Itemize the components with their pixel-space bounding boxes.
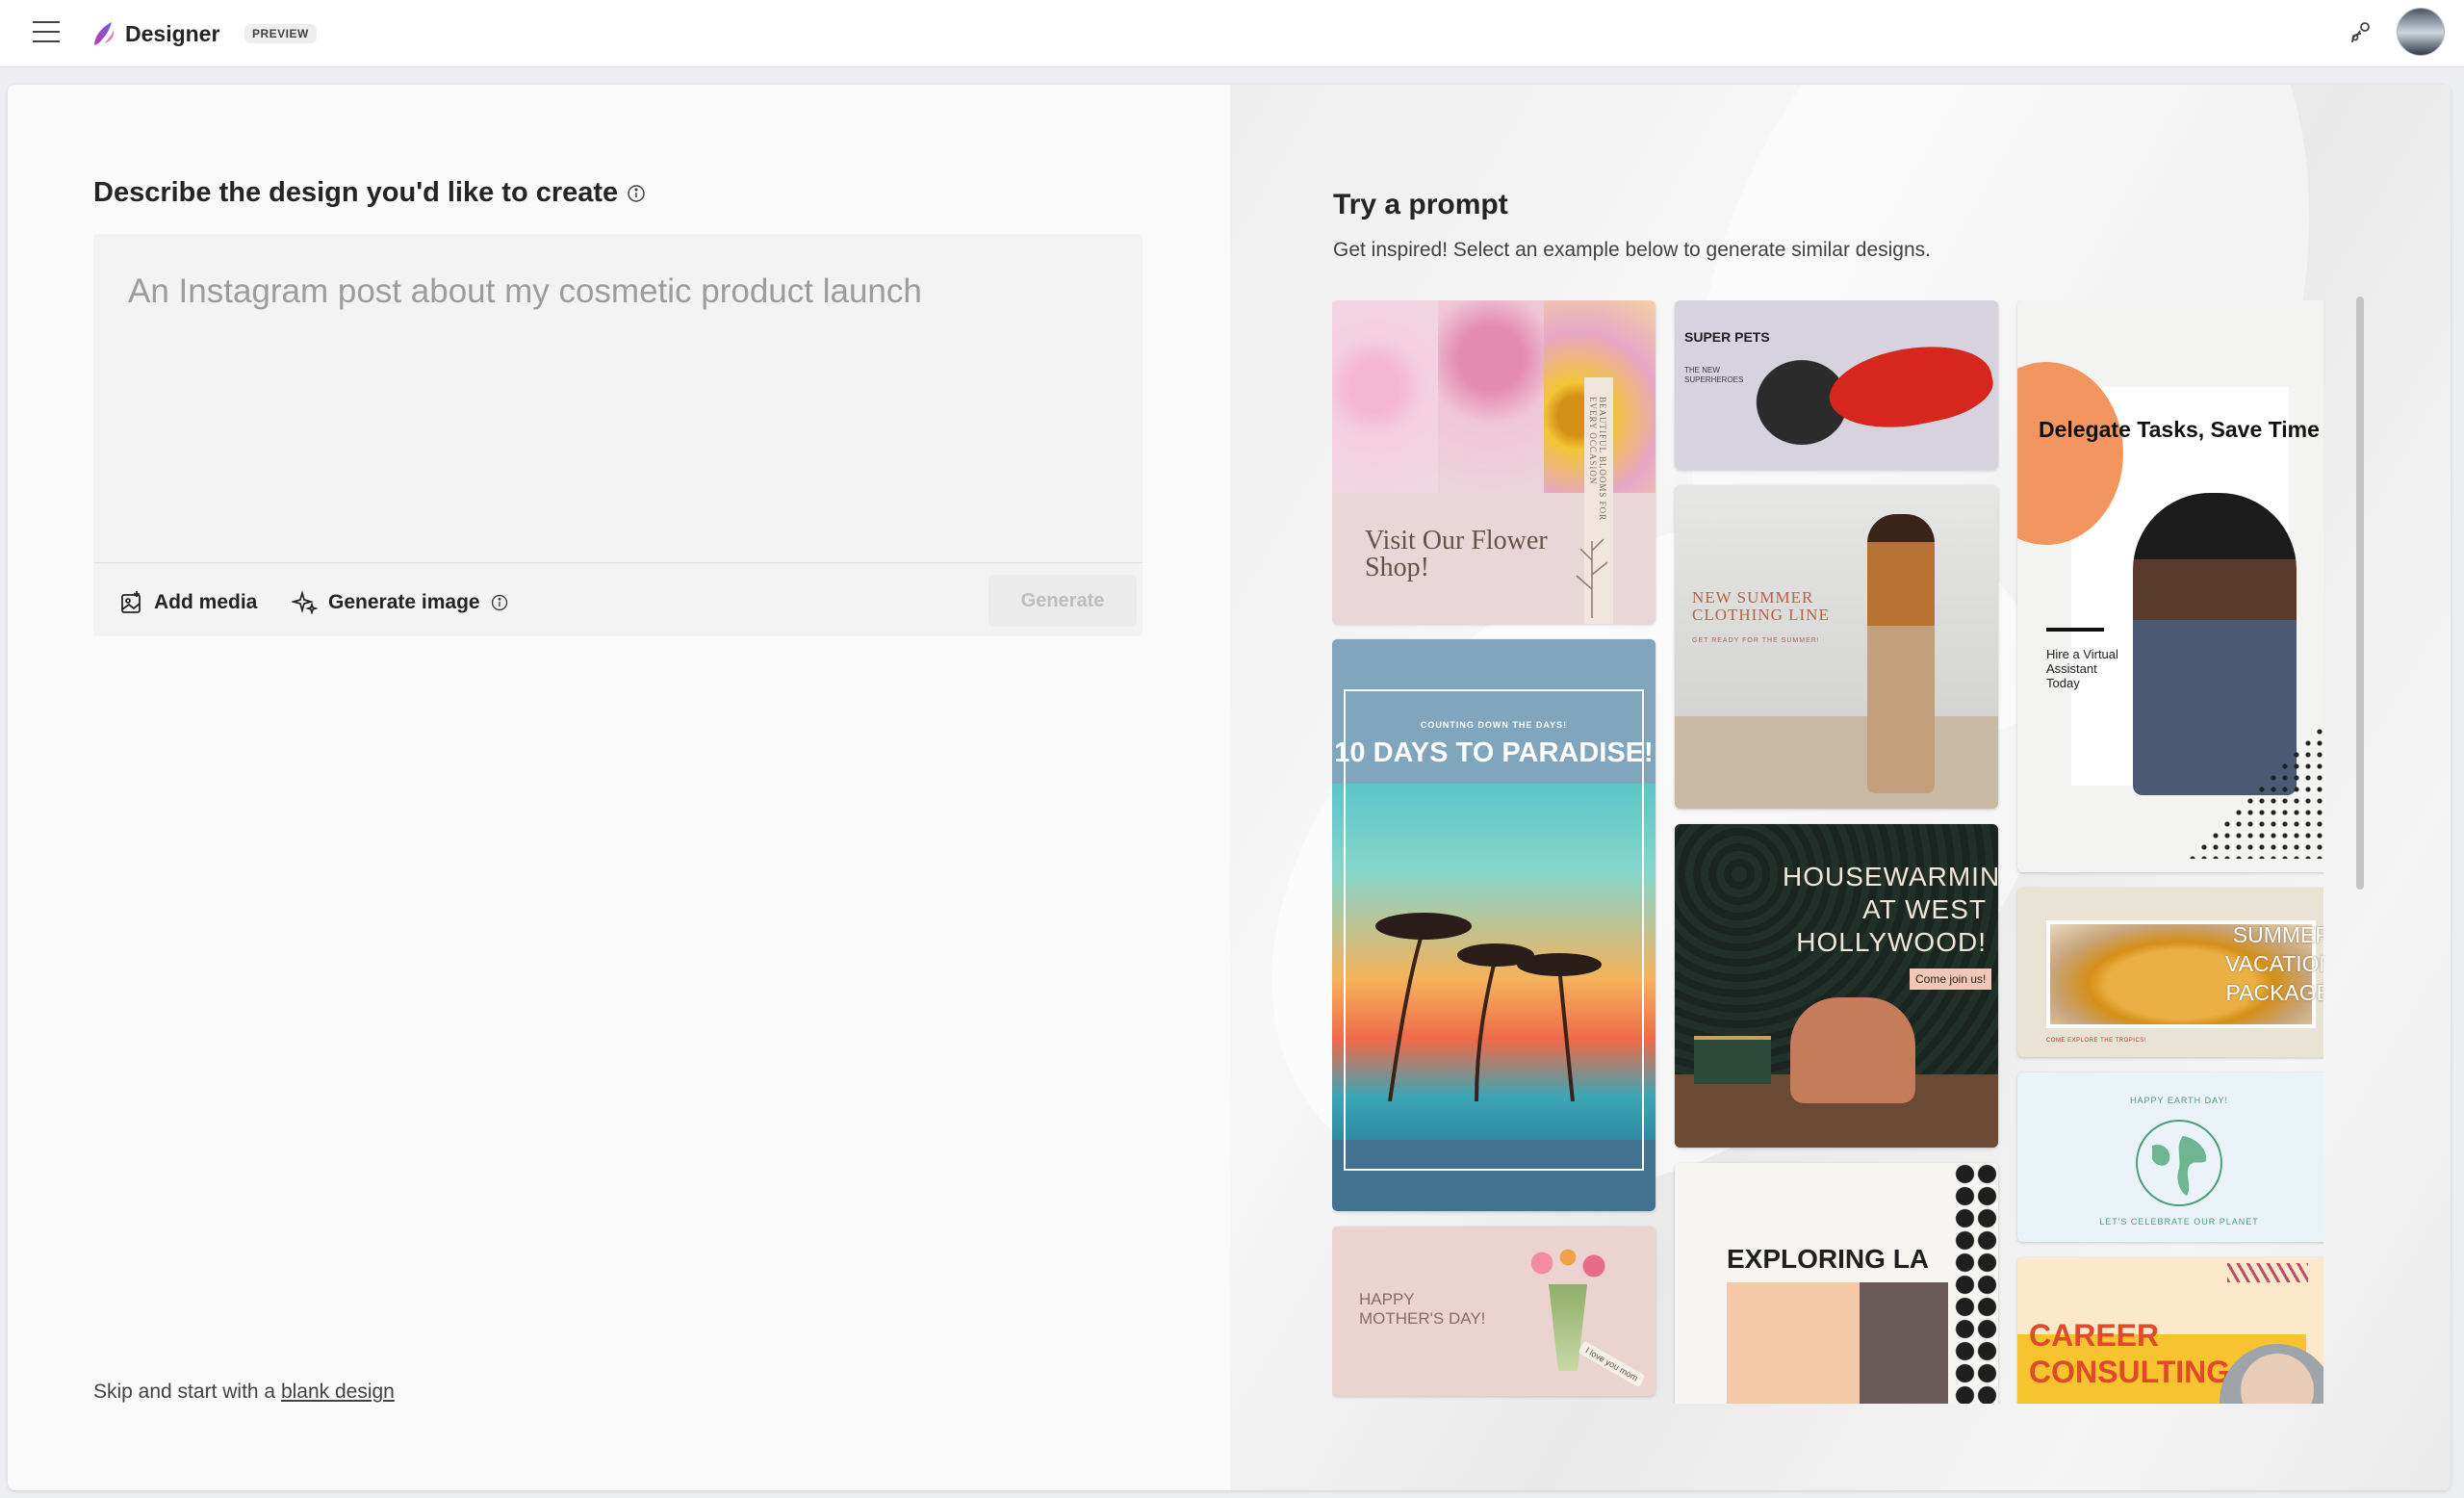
image-add-icon: [121, 591, 141, 613]
vacation-sub: COME EXPLORE THE TROPICS!: [2046, 1038, 2146, 1044]
summer-line-sub: GET READY FOR THE SUMMER!: [1692, 637, 1820, 644]
try-prompt-title: Try a prompt: [1333, 189, 1508, 220]
preview-badge: PREVIEW: [244, 24, 317, 43]
career-title: CAREER CONSULTING: [2029, 1318, 2231, 1389]
flower-title: Visit Our Flower Shop!: [1365, 526, 1548, 582]
info-icon[interactable]: [490, 593, 509, 612]
person-figure: [2133, 493, 2297, 795]
generate-image-button[interactable]: Generate image: [292, 586, 509, 619]
model-figure: [1867, 514, 1935, 793]
sprig-icon: [1576, 538, 1608, 618]
prompt-gallery: BEAUTIFUL BLOOMS FOR EVERY OCCASION Visi…: [1332, 300, 2323, 1404]
bouquet-stems: [1549, 1284, 1587, 1371]
designer-logo-icon: [94, 22, 115, 45]
mothers-tag: I love you mom: [1578, 1340, 1646, 1388]
template-flower-shop[interactable]: BEAUTIFUL BLOOMS FOR EVERY OCCASION Visi…: [1332, 300, 1656, 624]
add-media-label: Add media: [154, 591, 258, 613]
vacation-title: SUMMER VACATION PACKAGE: [2225, 922, 2323, 1005]
earth-sub: LET'S CELEBRATE OUR PLANET: [2099, 1217, 2259, 1227]
dot-column: [1954, 1163, 1998, 1404]
globe-icon: [2136, 1120, 2222, 1206]
generate-image-label: Generate image: [328, 591, 480, 613]
divider-line: [2046, 628, 2104, 632]
prompt-box: Add media Generate image Generate: [93, 234, 1142, 636]
flower-photo: [1438, 300, 1544, 493]
template-summer-vacation[interactable]: SUMMER VACATION PACKAGE COME EXPLORE THE…: [2017, 888, 2323, 1057]
share-icon[interactable]: [2347, 19, 2374, 46]
template-career-consulting[interactable]: CAREER CONSULTING: [2017, 1257, 2323, 1404]
template-delegate-tasks[interactable]: Delegate Tasks, Save Time Hire a Virtual…: [2017, 300, 2323, 872]
flower-photo: [1332, 300, 1438, 493]
sparkle-icon: [292, 589, 319, 615]
generate-button[interactable]: Generate: [988, 575, 1137, 627]
user-avatar[interactable]: [2397, 8, 2445, 56]
top-bar: Designer PREVIEW: [0, 0, 2464, 67]
app-brand[interactable]: Designer: [125, 21, 219, 47]
armchair: [1790, 997, 1915, 1103]
inspiration-pane: Try a prompt Get inspired! Select an exa…: [1230, 85, 2451, 1490]
blank-design-link[interactable]: blank design: [281, 1381, 395, 1403]
skip-line: Skip and start with a blank design: [93, 1381, 395, 1404]
template-super-pets[interactable]: SUPER PETS THE NEW SUPERHEROES: [1675, 300, 1998, 470]
gallery-scrollbar[interactable]: [2356, 297, 2364, 890]
create-dialog: Describe the design you'd like to create…: [8, 85, 2451, 1490]
template-exploring-la[interactable]: EXPLORING LA: [1675, 1163, 1998, 1404]
housewarming-tag: Come join us!: [1910, 969, 1992, 990]
template-mothers-day[interactable]: HAPPY MOTHER'S DAY! I love you mom: [1332, 1227, 1656, 1396]
prompt-input[interactable]: [93, 234, 1142, 561]
divider: [93, 562, 1142, 563]
paradise-title: 10 DAYS TO PARADISE!: [1334, 737, 1654, 768]
template-earth-day[interactable]: HAPPY EARTH DAY! LET'S CELEBRATE OUR PLA…: [2017, 1072, 2323, 1242]
info-icon[interactable]: [626, 183, 647, 204]
prompt-pane: Describe the design you'd like to create…: [8, 85, 1230, 1490]
mothers-title: HAPPY MOTHER'S DAY!: [1359, 1290, 1486, 1328]
prompt-heading: Describe the design you'd like to create: [93, 177, 647, 209]
la-title: EXPLORING LA: [1727, 1244, 1930, 1274]
summer-line-title: NEW SUMMER CLOTHING LINE: [1692, 588, 1830, 624]
skip-text: Skip and start with a: [93, 1381, 281, 1403]
hatch-lines: [2227, 1263, 2308, 1282]
housewarming-title: HOUSEWARMING AT WEST HOLLYWOOD!: [1783, 862, 1998, 957]
side-table: [1694, 1036, 1771, 1084]
hamburger-menu-icon[interactable]: [33, 21, 64, 44]
tulip-bouquet: [1525, 1234, 1611, 1292]
delegate-sub: Hire a Virtual Assistant Today: [2046, 647, 2118, 690]
add-media-button[interactable]: Add media: [117, 586, 257, 619]
template-paradise[interactable]: COUNTING DOWN THE DAYS! 10 DAYS TO PARAD…: [1332, 639, 1656, 1211]
earth-title: HAPPY EARTH DAY!: [2129, 1096, 2229, 1105]
try-prompt-subtitle: Get inspired! Select an example below to…: [1333, 239, 1931, 261]
la-photo: [1727, 1282, 1948, 1404]
prompt-heading-text: Describe the design you'd like to create: [93, 177, 619, 208]
delegate-title: Delegate Tasks, Save Time: [2039, 417, 2320, 442]
paradise-kicker: COUNTING DOWN THE DAYS!: [1420, 720, 1568, 730]
ground: [1675, 716, 1998, 809]
template-summer-clothing[interactable]: NEW SUMMER CLOTHING LINE GET READY FOR T…: [1675, 485, 1998, 809]
pets-title: SUPER PETS: [1684, 329, 1770, 345]
template-housewarming[interactable]: HOUSEWARMING AT WEST HOLLYWOOD! Come joi…: [1675, 824, 1998, 1148]
